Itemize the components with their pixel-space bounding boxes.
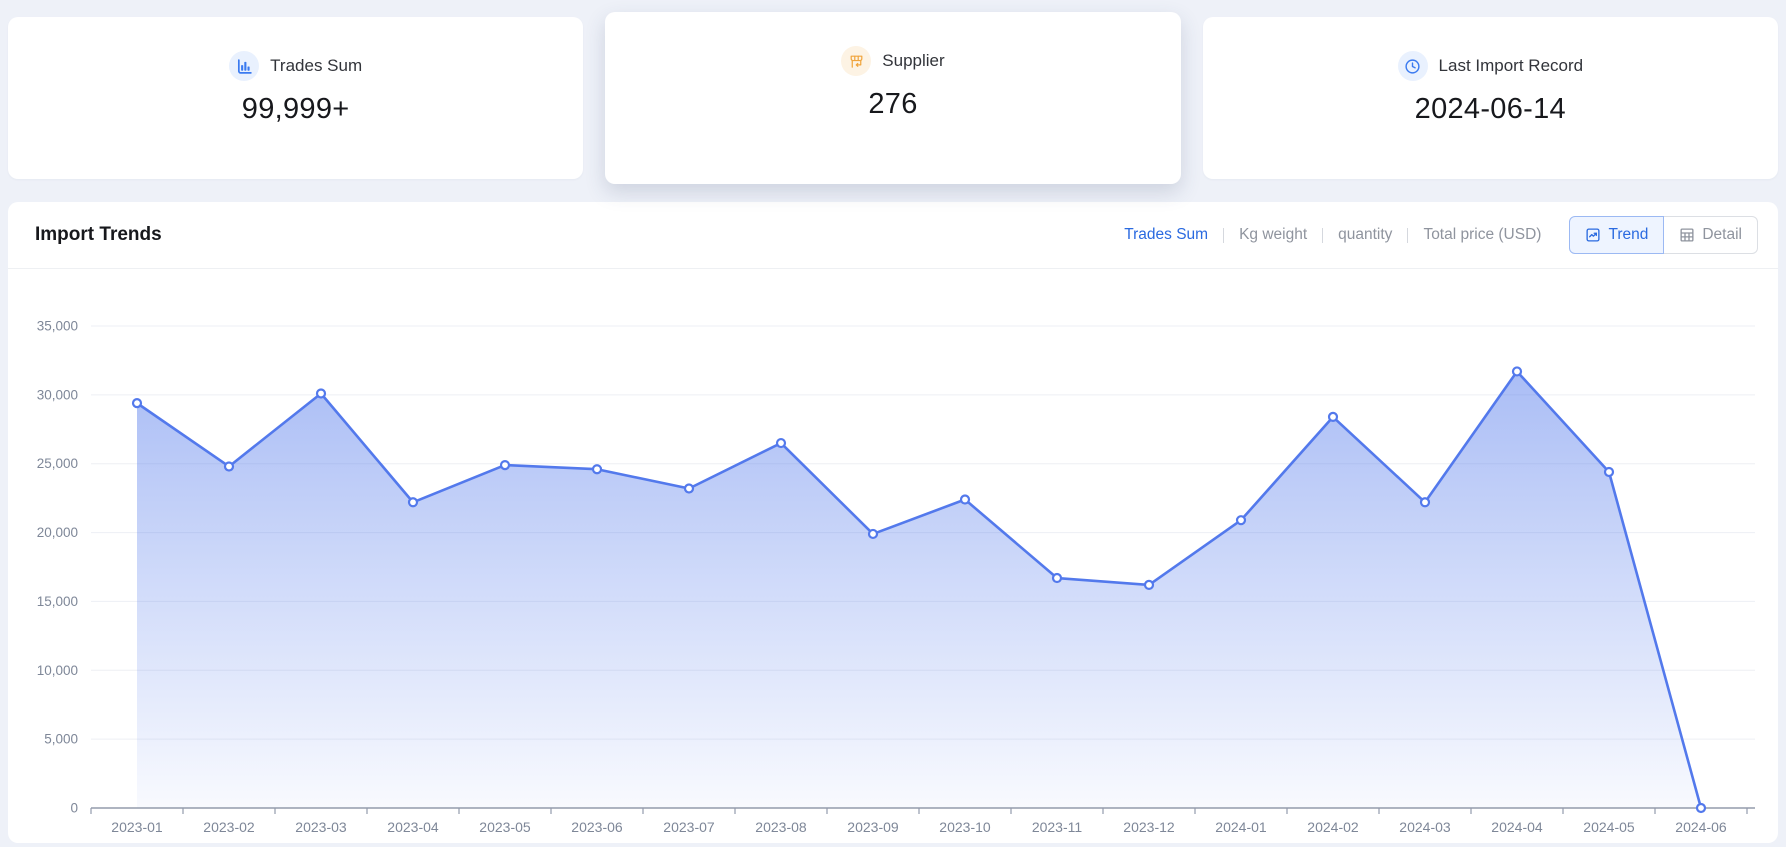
view-toggle-group: Trend Detail <box>1569 216 1758 254</box>
svg-text:2023-07: 2023-07 <box>663 819 715 835</box>
tab-trades-sum[interactable]: Trades Sum <box>1124 226 1208 244</box>
svg-text:2023-08: 2023-08 <box>755 819 807 835</box>
shop-icon <box>841 46 871 76</box>
stat-value: 2024-06-14 <box>1415 93 1566 126</box>
svg-text:2023-04: 2023-04 <box>387 819 439 835</box>
panel-title: Import Trends <box>35 224 162 246</box>
trend-view-button[interactable]: Trend <box>1569 216 1664 254</box>
tab-quantity[interactable]: quantity <box>1338 226 1392 244</box>
svg-text:15,000: 15,000 <box>37 594 78 609</box>
stat-card-supplier[interactable]: Supplier 276 <box>605 12 1180 184</box>
svg-text:2024-05: 2024-05 <box>1583 819 1635 835</box>
svg-text:20,000: 20,000 <box>37 525 78 540</box>
svg-text:2023-02: 2023-02 <box>203 819 255 835</box>
stat-card-header: Trades Sum <box>229 51 362 81</box>
svg-text:2024-06: 2024-06 <box>1675 819 1727 835</box>
svg-text:2023-10: 2023-10 <box>939 819 991 835</box>
detail-view-button[interactable]: Detail <box>1664 216 1758 254</box>
import-trends-panel: Import Trends Trades Sum Kg weight quant… <box>8 202 1778 843</box>
svg-text:2023-05: 2023-05 <box>479 819 531 835</box>
svg-text:30,000: 30,000 <box>37 387 78 402</box>
svg-text:2023-11: 2023-11 <box>1032 819 1083 835</box>
trend-chart-icon <box>1585 227 1601 243</box>
stat-card-header: Supplier <box>841 46 944 76</box>
svg-text:2023-03: 2023-03 <box>295 819 347 835</box>
import-trends-area-chart[interactable]: 0 5,000 10,000 15,000 20,000 25,000 30,000 35,0… <box>8 269 1778 841</box>
stat-value: 99,999+ <box>242 93 350 126</box>
svg-text:2023-12: 2023-12 <box>1123 819 1175 835</box>
tab-separator <box>1407 228 1408 243</box>
svg-text:10,000: 10,000 <box>37 663 78 678</box>
trends-header: Import Trends Trades Sum Kg weight quant… <box>8 202 1778 268</box>
stat-label: Trades Sum <box>270 56 362 76</box>
svg-text:2024-02: 2024-02 <box>1307 819 1359 835</box>
clock-icon <box>1398 51 1428 81</box>
tab-separator <box>1223 228 1224 243</box>
stat-card-header: Last Import Record <box>1398 51 1584 81</box>
svg-text:2024-03: 2024-03 <box>1399 819 1451 835</box>
detail-button-label: Detail <box>1702 226 1742 244</box>
stats-row: Trades Sum 99,999+ Supplier 276 <box>0 0 1786 184</box>
svg-text:2023-06: 2023-06 <box>571 819 623 835</box>
svg-text:0: 0 <box>70 801 78 816</box>
table-icon <box>1679 227 1695 243</box>
svg-text:2023-09: 2023-09 <box>847 819 899 835</box>
svg-text:2023-01: 2023-01 <box>111 819 163 835</box>
svg-text:2024-01: 2024-01 <box>1215 819 1267 835</box>
bar-chart-icon <box>229 51 259 81</box>
stat-label: Supplier <box>882 51 944 71</box>
tab-total-price-usd[interactable]: Total price (USD) <box>1423 226 1541 244</box>
metric-tabs: Trades Sum Kg weight quantity Total pric… <box>1124 226 1541 244</box>
svg-text:35,000: 35,000 <box>37 319 78 334</box>
svg-text:25,000: 25,000 <box>37 456 78 471</box>
trend-button-label: Trend <box>1608 226 1648 244</box>
tab-separator <box>1322 228 1323 243</box>
svg-text:5,000: 5,000 <box>44 732 78 747</box>
stat-card-trades-sum[interactable]: Trades Sum 99,999+ <box>8 17 583 179</box>
svg-text:2024-04: 2024-04 <box>1491 819 1543 835</box>
tab-kg-weight[interactable]: Kg weight <box>1239 226 1307 244</box>
stat-label: Last Import Record <box>1439 56 1584 76</box>
stat-value: 276 <box>868 88 917 121</box>
stat-card-last-import-record[interactable]: Last Import Record 2024-06-14 <box>1203 17 1778 179</box>
